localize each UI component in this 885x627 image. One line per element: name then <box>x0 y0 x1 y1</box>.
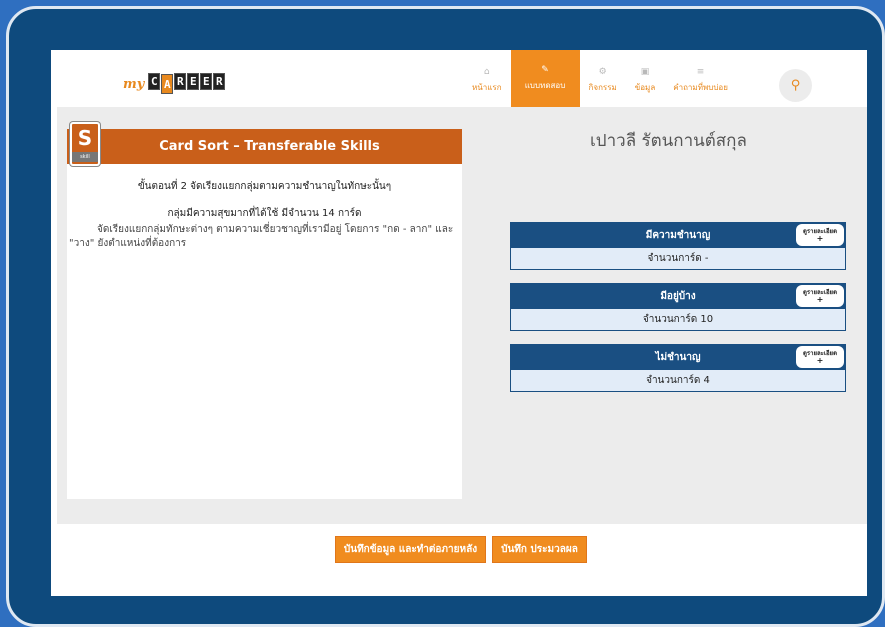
nav-item-label: คำถามที่พบบ่อย <box>673 82 728 92</box>
badge-sub: skill <box>72 152 98 162</box>
nav-item-label: แบบทดสอบ <box>524 81 566 90</box>
logo-prefix: my <box>123 76 145 92</box>
main-nav: ⌂ หน้าแรก ✎ แบบทดสอบ ⚙ กิจกรรม ▣ ข้อมูล … <box>463 50 737 107</box>
home-icon: ⌂ <box>483 66 490 77</box>
device-frame: my C A R E E R ⌂ หน้าแรก ✎ แบบทดสอบ ⚙ กิ… <box>6 6 885 627</box>
nav-item-label: หน้าแรก <box>472 82 502 92</box>
view-details-button[interactable]: ดูรายละเอียด + <box>796 346 844 368</box>
app-screen: my C A R E E R ⌂ หน้าแรก ✎ แบบทดสอบ ⚙ กิ… <box>51 50 867 596</box>
group-unskilled[interactable]: ไม่ชำนาญ ดูรายละเอียด + จำนวนการ์ด 4 <box>510 344 846 392</box>
logo-letter: A <box>161 74 174 94</box>
group-header: มีอยู่บ้าง ดูรายละเอียด + <box>510 283 846 309</box>
group-title: มีอยู่บ้าง <box>660 290 696 302</box>
logo-letter: E <box>187 72 200 90</box>
search-button[interactable]: ⚲ <box>779 69 812 102</box>
group-count: จำนวนการ์ด - <box>510 248 846 270</box>
card-sort-header: Card Sort – Transferable Skills <box>67 129 462 164</box>
group-count: จำนวนการ์ด 10 <box>510 309 846 331</box>
main-content: Card Sort – Transferable Skills S skill … <box>57 107 867 524</box>
nav-item-activities[interactable]: ⚙ กิจกรรม <box>580 53 626 107</box>
save-continue-later-button[interactable]: บันทึกข้อมูล และทำต่อภายหลัง <box>335 536 486 563</box>
plus-icon: + <box>816 356 824 365</box>
logo-letter: R <box>174 72 187 90</box>
activity-icon: ⚙ <box>598 66 607 77</box>
group-title: ไม่ชำนาญ <box>655 351 701 363</box>
faq-icon: ≡ <box>696 66 705 77</box>
badge-letter: S <box>77 126 93 150</box>
group-hint: กลุ่มมีความสุขมากที่ได้ใช้ มีจำนวน 14 กา… <box>167 208 362 219</box>
group-header: ไม่ชำนาญ ดูรายละเอียด + <box>510 344 846 370</box>
nav-item-label: กิจกรรม <box>588 82 617 92</box>
user-name: เปาวลี รัตนกานต์สกุล <box>590 131 747 151</box>
card-sort-title: Card Sort – Transferable Skills <box>159 139 380 154</box>
group-header: มีความชำนาญ ดูรายละเอียด + <box>510 222 846 248</box>
group-some[interactable]: มีอยู่บ้าง ดูรายละเอียด + จำนวนการ์ด 10 <box>510 283 846 331</box>
group-skilled[interactable]: มีความชำนาญ ดูรายละเอียด + จำนวนการ์ด - <box>510 222 846 270</box>
nav-item-info[interactable]: ▣ ข้อมูล <box>626 53 664 107</box>
group-title: มีความชำนาญ <box>645 229 711 241</box>
nav-item-label: ข้อมูล <box>634 82 656 92</box>
card-sort-panel: Card Sort – Transferable Skills S skill … <box>67 122 462 499</box>
plus-icon: + <box>816 295 824 304</box>
group-count: จำนวนการ์ด 4 <box>510 370 846 392</box>
save-evaluate-button[interactable]: บันทึก ประมวลผล <box>492 536 587 563</box>
nav-item-home[interactable]: ⌂ หน้าแรก <box>463 53 511 107</box>
mycareer-logo[interactable]: my C A R E E R <box>123 68 226 94</box>
nav-item-tests[interactable]: ✎ แบบทดสอบ <box>510 50 580 107</box>
info-icon: ▣ <box>640 66 650 77</box>
step-instruction: ขั้นตอนที่ 2 จัดเรียงแยกกลุ่มตามความชำนา… <box>137 181 392 192</box>
footer-actions: บันทึกข้อมูล และทำต่อภายหลัง บันทึก ประม… <box>51 524 867 596</box>
view-details-button[interactable]: ดูรายละเอียด + <box>796 224 844 246</box>
logo-letter: R <box>213 72 226 90</box>
logo-letter: E <box>200 72 213 90</box>
plus-icon: + <box>816 234 824 243</box>
search-icon: ⚲ <box>790 78 801 93</box>
logo-letter: C <box>148 72 161 90</box>
test-icon: ✎ <box>541 65 549 75</box>
nav-item-faq[interactable]: ≡ คำถามที่พบบ่อย <box>664 53 737 107</box>
drag-instruction: จัดเรียงแยกกลุ่มทักษะต่างๆ ตามความเชี่ยว… <box>69 224 454 249</box>
header: my C A R E E R ⌂ หน้าแรก ✎ แบบทดสอบ ⚙ กิ… <box>51 50 867 107</box>
skill-badge-icon: S skill <box>70 122 100 166</box>
view-details-button[interactable]: ดูรายละเอียด + <box>796 285 844 307</box>
